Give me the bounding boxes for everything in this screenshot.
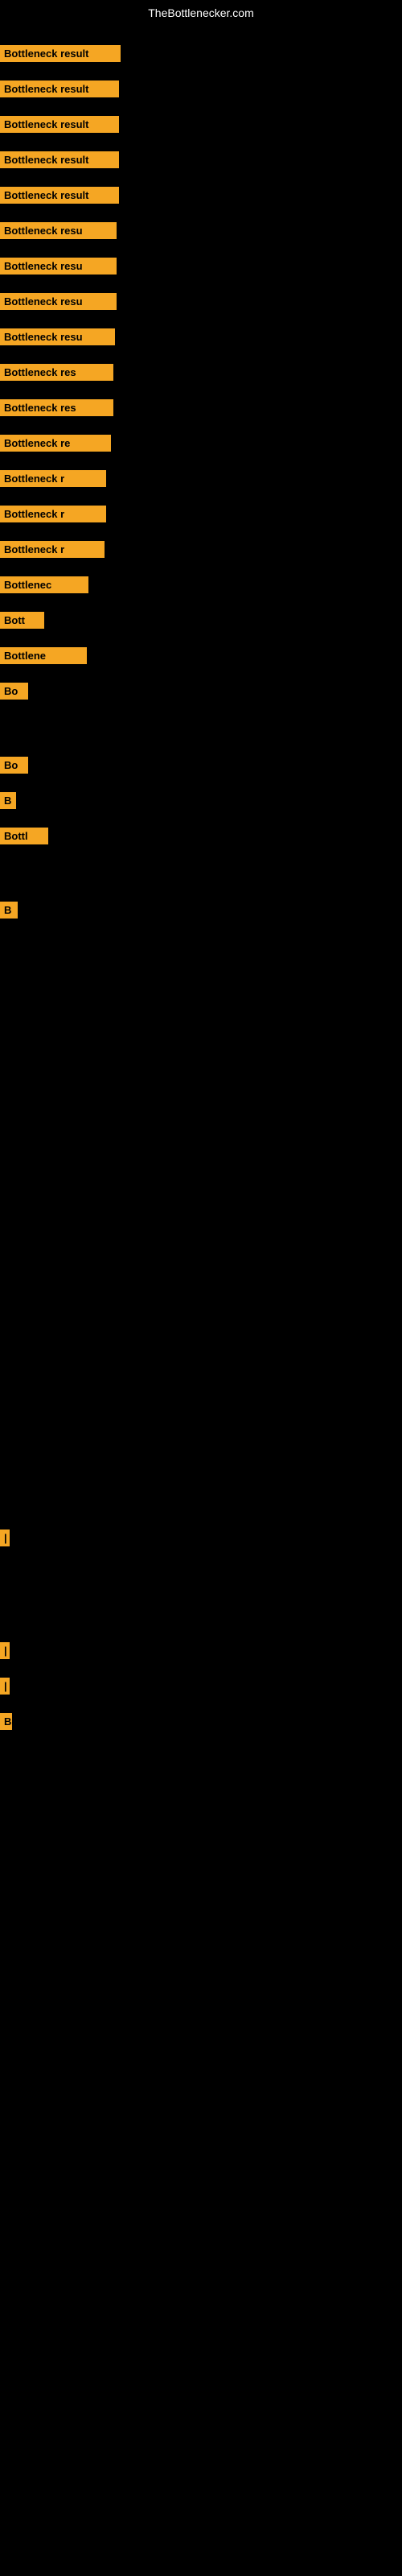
bottleneck-badge: B	[0, 792, 16, 809]
bottleneck-badge: Bottleneck res	[0, 364, 113, 381]
bottleneck-badge: B	[0, 1713, 12, 1730]
bottleneck-badge: Bottleneck r	[0, 506, 106, 522]
bottleneck-badge: Bottleneck result	[0, 187, 119, 204]
bottleneck-badge: Bottleneck r	[0, 541, 105, 558]
bottleneck-badge: Bottlene	[0, 647, 87, 664]
bottleneck-badge: Bottleneck result	[0, 116, 119, 133]
bottleneck-badge: Bo	[0, 757, 28, 774]
bottleneck-badge: Bottleneck resu	[0, 222, 117, 239]
bottleneck-badge: Bottl	[0, 828, 48, 844]
bottleneck-badge: Bottleneck res	[0, 399, 113, 416]
bottleneck-badge: Bottleneck result	[0, 45, 121, 62]
bottleneck-badge: Bott	[0, 612, 44, 629]
bottleneck-badge: Bottleneck re	[0, 435, 111, 452]
bottleneck-badge: Bottleneck r	[0, 470, 106, 487]
bottleneck-badge: Bottleneck result	[0, 80, 119, 97]
bottleneck-badge: Bottleneck resu	[0, 293, 117, 310]
bottleneck-badge: Bottlenec	[0, 576, 88, 593]
site-title: TheBottlenecker.com	[148, 6, 254, 19]
bottleneck-badge: Bottleneck resu	[0, 258, 117, 275]
bottleneck-badge: B	[0, 902, 18, 919]
bottleneck-badge: |	[0, 1678, 10, 1695]
bottleneck-badge: |	[0, 1642, 10, 1659]
bottleneck-badge: |	[0, 1530, 10, 1546]
bottleneck-badge: Bo	[0, 683, 28, 700]
bottleneck-badge: Bottleneck resu	[0, 328, 115, 345]
bottleneck-badge: Bottleneck result	[0, 151, 119, 168]
